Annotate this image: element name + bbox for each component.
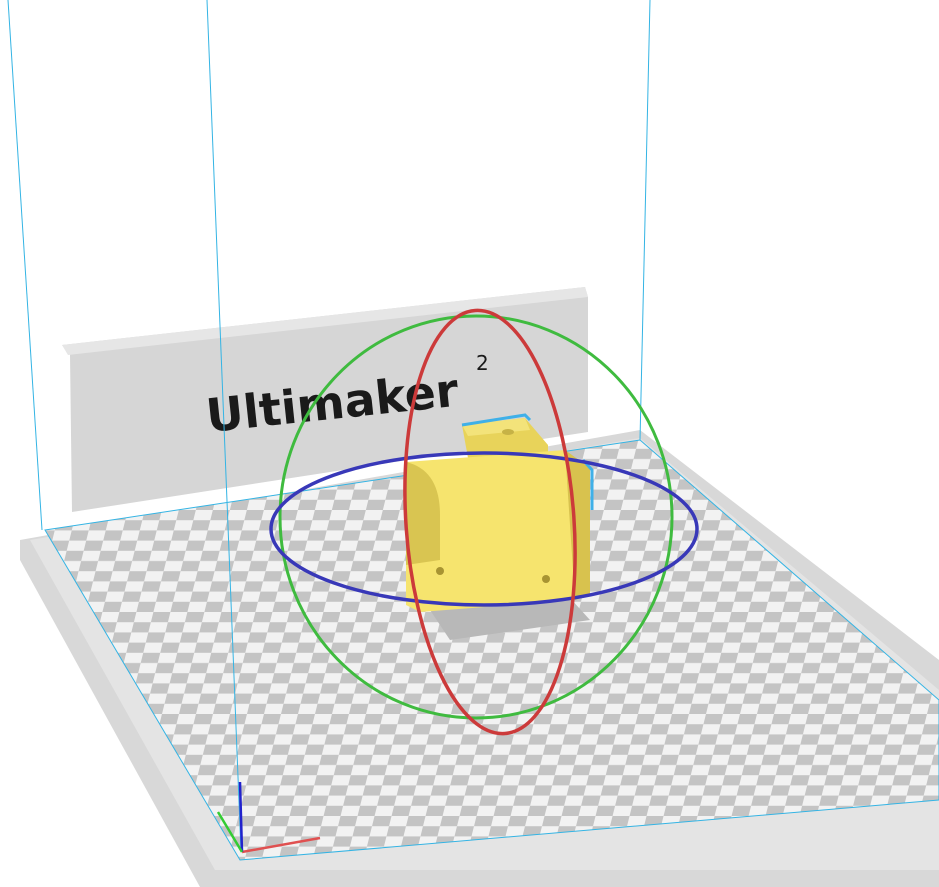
3d-viewport[interactable]: Ultimaker 2	[0, 0, 939, 887]
printer-model-superscript: 2	[476, 351, 489, 375]
scene-canvas[interactable]: Ultimaker 2	[0, 0, 939, 887]
